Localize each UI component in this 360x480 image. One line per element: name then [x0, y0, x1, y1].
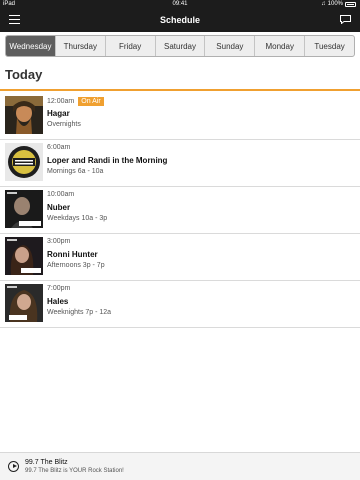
show-name: Hales: [47, 297, 69, 306]
show-slot: Afternoons 3p - 7p: [47, 262, 105, 269]
host-photo: [5, 96, 43, 134]
show-time: 7:00pm: [47, 285, 71, 292]
page-title: Schedule: [159, 15, 200, 25]
show-time: 6:00am: [47, 144, 71, 151]
show-name: Nuber: [47, 203, 71, 212]
chat-bubble-icon[interactable]: [340, 15, 351, 24]
show-row-loper-and-randi[interactable]: 6:00am Loper and Randi in the Morning Mo…: [0, 140, 360, 187]
battery-percent: 100%: [327, 1, 343, 7]
show-logo: [5, 143, 43, 181]
show-slot: Mornings 6a - 10a: [47, 168, 104, 175]
show-slot: Weeknights 7p - 12a: [47, 309, 112, 316]
play-icon[interactable]: [8, 461, 19, 472]
clock: 09:41: [172, 1, 188, 7]
section-divider: [0, 89, 360, 91]
tab-tuesday[interactable]: Tuesday: [305, 36, 354, 56]
tab-saturday[interactable]: Saturday: [156, 36, 206, 56]
show-slot: Overnights: [47, 121, 81, 128]
show-row-hagar[interactable]: 12:00am On Air Hagar Overnights: [0, 93, 360, 140]
tab-friday[interactable]: Friday: [106, 36, 156, 56]
show-list: 12:00am On Air Hagar Overnights 6:00am Lo…: [0, 93, 360, 328]
show-name: Hagar: [47, 109, 70, 118]
show-name: Loper and Randi in the Morning: [47, 156, 168, 165]
on-air-badge: On Air: [78, 97, 104, 106]
now-playing-bar: 99.7 The Blitz 99.7 The Blitz is YOUR Ro…: [0, 452, 360, 480]
tab-monday[interactable]: Monday: [255, 36, 306, 56]
battery-icon: [345, 1, 356, 7]
status-right: ♫ 100%: [321, 1, 356, 7]
station-name: 99.7 The Blitz: [25, 459, 68, 466]
show-row-nuber[interactable]: 10:00am Nuber Weekdays 10a - 3p: [0, 187, 360, 234]
tab-wednesday[interactable]: Wednesday: [6, 36, 56, 56]
show-slot: Weekdays 10a - 3p: [47, 215, 108, 222]
show-time: 12:00am On Air: [47, 97, 104, 106]
host-photo: [5, 284, 43, 322]
show-row-hales[interactable]: 7:00pm Hales Weeknights 7p - 12a: [0, 281, 360, 328]
day-tabs: Wednesday Thursday Friday Saturday Sunda…: [5, 35, 355, 57]
tab-thursday[interactable]: Thursday: [56, 36, 106, 56]
headphones-icon: ♫: [321, 1, 326, 7]
navigation-bar: Schedule: [0, 10, 360, 32]
show-time: 10:00am: [47, 191, 75, 198]
status-bar: iPad 09:41 ♫ 100%: [0, 0, 360, 10]
tab-sunday[interactable]: Sunday: [205, 36, 256, 56]
host-photo: [5, 190, 43, 228]
show-time: 3:00pm: [47, 238, 71, 245]
show-row-ronni-hunter[interactable]: 3:00pm Ronni Hunter Afternoons 3p - 7p: [0, 234, 360, 281]
host-photo: [5, 237, 43, 275]
show-name: Ronni Hunter: [47, 250, 98, 259]
station-tagline: 99.7 The Blitz is YOUR Rock Station!: [25, 468, 124, 474]
section-title: Today: [5, 67, 43, 82]
